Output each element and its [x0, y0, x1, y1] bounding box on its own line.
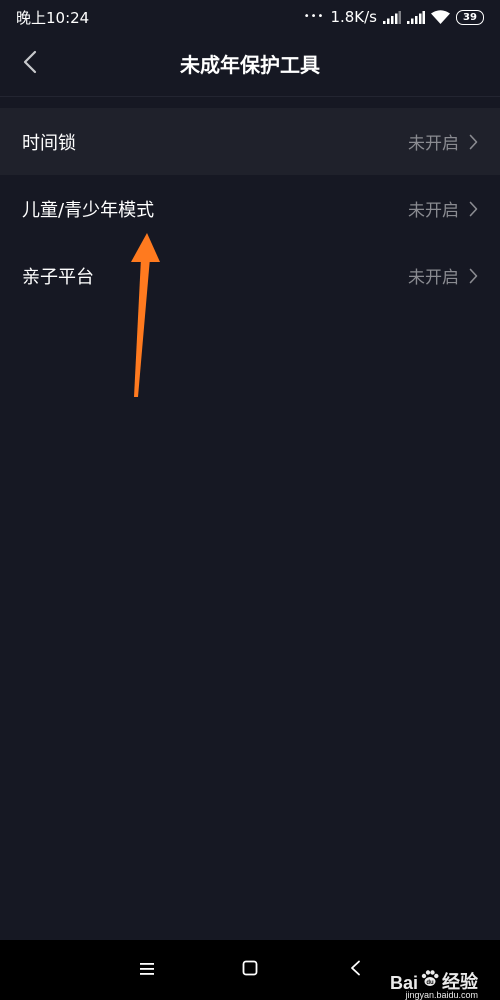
status-indicators: ••• 1.8K/s 39 [304, 8, 484, 26]
menu-item-teen-mode[interactable]: 儿童/青少年模式 未开启 [0, 175, 500, 242]
status-bar: 晚上10:24 ••• 1.8K/s 39 [0, 0, 500, 34]
menu-item-label: 亲子平台 [22, 266, 94, 288]
menu-item-label: 儿童/青少年模式 [22, 199, 155, 221]
screen: 晚上10:24 ••• 1.8K/s 39 未成年保护工具 时间锁 未开启 儿童… [0, 0, 500, 1000]
nav-bar: Bai du 经验 jingyan.baidu.com [0, 940, 500, 1000]
menu-item-status: 未开启 [408, 134, 459, 154]
paw-icon: du [420, 968, 440, 992]
home-button[interactable] [238, 958, 262, 982]
header: 未成年保护工具 [0, 34, 500, 97]
menu-item-right: 未开启 [408, 263, 478, 288]
back-triangle-icon [349, 960, 361, 980]
menu-item-right: 未开启 [408, 129, 478, 154]
menu-icon [139, 961, 155, 980]
signal-icon [383, 10, 401, 24]
chevron-right-icon [469, 134, 478, 150]
nav-back-button[interactable] [343, 958, 367, 982]
battery-level: 39 [456, 9, 484, 25]
chevron-right-icon [469, 268, 478, 284]
notification-dots: ••• [303, 11, 325, 22]
chevron-left-icon [22, 50, 38, 78]
menu-item-label: 时间锁 [22, 132, 76, 154]
menu-item-right: 未开启 [408, 196, 478, 221]
chevron-right-icon [469, 201, 478, 217]
network-speed: 1.8K/s [330, 8, 377, 26]
watermark-logo-suffix: du [426, 980, 434, 986]
menu-item-status: 未开启 [408, 201, 459, 221]
menu-button[interactable] [135, 958, 159, 982]
home-square-icon [242, 960, 258, 980]
signal-icon-2 [407, 10, 425, 24]
status-time: 晚上10:24 [16, 8, 90, 27]
wifi-icon [431, 10, 450, 24]
back-button[interactable] [14, 48, 46, 80]
baidu-jingyan-watermark: Bai du 经验 jingyan.baidu.com [390, 968, 478, 1000]
menu-item-time-lock[interactable]: 时间锁 未开启 [0, 108, 500, 175]
menu-list: 时间锁 未开启 儿童/青少年模式 未开启 亲子平台 未开启 [0, 108, 500, 309]
menu-item-parent-platform[interactable]: 亲子平台 未开启 [0, 242, 500, 309]
menu-item-status: 未开启 [408, 268, 459, 288]
watermark-url: jingyan.baidu.com [405, 990, 478, 1000]
page-title: 未成年保护工具 [180, 53, 320, 77]
battery-icon: 39 [456, 9, 484, 25]
